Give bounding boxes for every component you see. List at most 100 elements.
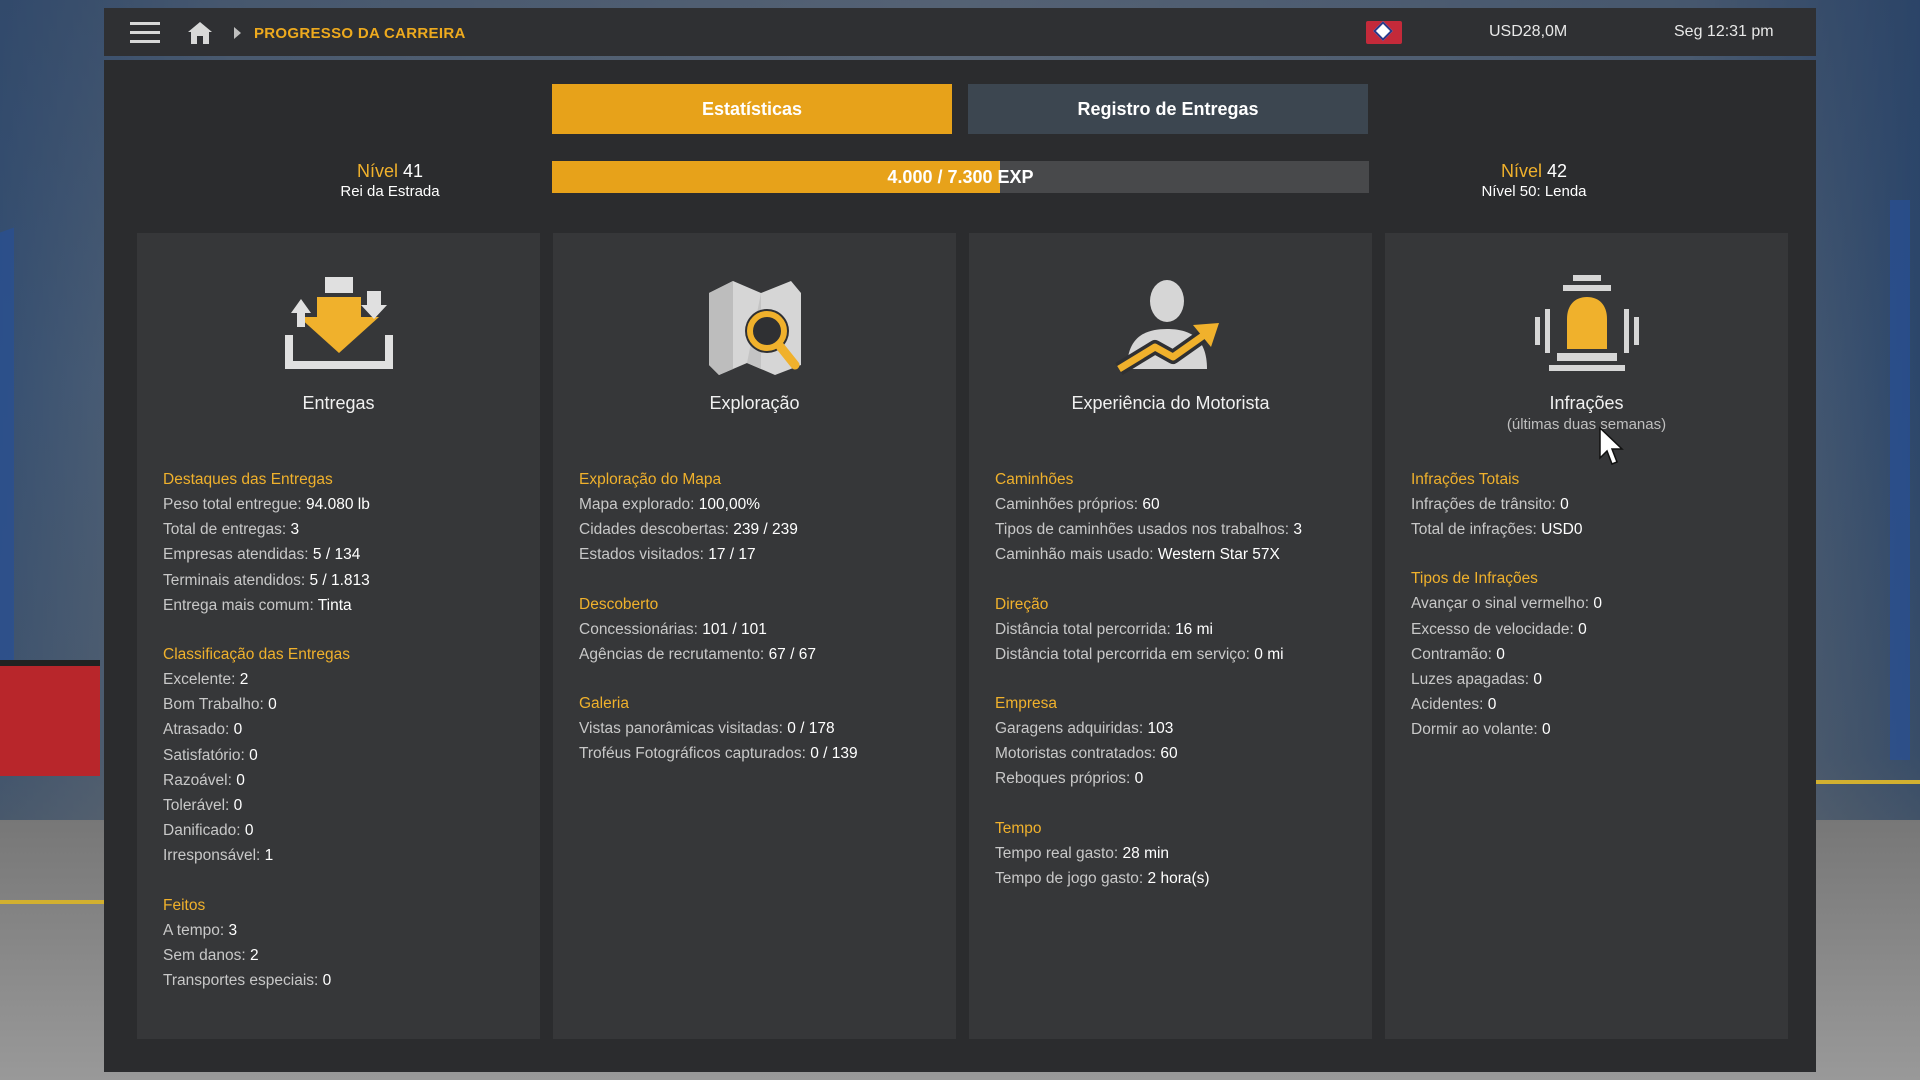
flag-icon bbox=[1366, 21, 1402, 44]
stat-row: Motoristas contratados: 60 bbox=[995, 745, 1178, 763]
stat-section: Feitos A tempo: 3 Sem danos: 2 Transport… bbox=[163, 893, 530, 994]
section-title: Tipos de Infrações bbox=[1411, 570, 1538, 588]
card-title: Entregas bbox=[302, 393, 375, 413]
stat-row: Infrações de trânsito: 0 bbox=[1411, 496, 1569, 513]
section-title: Caminhões bbox=[995, 471, 1074, 488]
stat-section: Tipos de Infrações Avançar o sinal verme… bbox=[1411, 566, 1778, 742]
stat-row: Empresas atendidas: 5 / 134 bbox=[163, 546, 361, 564]
stat-row: Contramão: 0 bbox=[1411, 645, 1505, 663]
card-note: (últimas duas semanas) bbox=[1506, 416, 1667, 433]
experience-text: 4.000 / 7.300 EXP bbox=[552, 161, 1369, 193]
stat-row: Tempo de jogo gasto: 2 hora(s) bbox=[995, 869, 1210, 887]
section-title: Infrações Totais bbox=[1411, 471, 1520, 488]
current-level: Nível 41 Rei da Estrada bbox=[240, 160, 540, 202]
experience-unit: EXP bbox=[997, 167, 1034, 187]
stat-row: Satisfatório: 0 bbox=[163, 746, 258, 764]
level-rank: Rei da Estrada bbox=[340, 183, 440, 200]
card-sections: Exploração do Mapa Mapa explorado: 100,0… bbox=[579, 467, 946, 790]
background-beam bbox=[1890, 200, 1910, 760]
stat-row: Total de infrações: USD0 bbox=[1411, 521, 1583, 539]
stat-row: Entrega mais comum: Tinta bbox=[163, 596, 352, 614]
stat-row: Avançar o sinal vermelho: 0 bbox=[1411, 595, 1602, 613]
stat-row: Sem danos: 2 bbox=[163, 946, 259, 964]
card-exploration: Exploração Exploração do Mapa Mapa explo… bbox=[553, 233, 956, 1039]
stat-row: Caminhão mais usado: Western Star 57X bbox=[995, 546, 1280, 564]
stat-row: Bom Trabalho: 0 bbox=[163, 696, 277, 714]
section-title: Empresa bbox=[995, 695, 1058, 713]
experience-bar: 4.000 / 7.300 EXP bbox=[552, 161, 1369, 193]
stat-row: Razoável: 0 bbox=[163, 771, 245, 789]
stat-section: Descoberto Concessionárias: 101 / 101 Ag… bbox=[579, 592, 946, 667]
card-infractions: Infrações (últimas duas semanas) Infraçõ… bbox=[1385, 233, 1788, 1039]
level-label: Nível bbox=[356, 161, 398, 181]
level-rank: Nível 50: Lenda bbox=[1481, 183, 1587, 200]
stat-row: Troféus Fotográficos capturados: 0 / 139 bbox=[579, 745, 858, 763]
stat-row: Concessionárias: 101 / 101 bbox=[579, 620, 767, 638]
stat-row: Atrasado: 0 bbox=[163, 721, 243, 739]
stat-row: Reboques próprios: 0 bbox=[995, 770, 1144, 788]
tab-delivery-log[interactable]: Registro de Entregas bbox=[968, 84, 1368, 134]
stat-row: Tempo real gasto: 28 min bbox=[995, 844, 1170, 862]
level-number: 42 bbox=[1547, 161, 1568, 181]
home-icon[interactable] bbox=[186, 20, 214, 46]
card-deliveries: Entregas Destaques das Entregas Peso tot… bbox=[137, 233, 540, 1039]
stat-row: Luzes apagadas: 0 bbox=[1411, 671, 1542, 689]
stat-section: Infrações Totais Infrações de trânsito: … bbox=[1411, 467, 1778, 542]
level-number: 41 bbox=[403, 161, 424, 181]
menu-icon[interactable] bbox=[130, 22, 160, 44]
stat-row: Mapa explorado: 100,00% bbox=[579, 496, 760, 513]
card-title: Exploração bbox=[709, 393, 800, 413]
stat-row: Tipos de caminhões usados nos trabalhos:… bbox=[995, 521, 1303, 539]
stat-section: Direção Distância total percorrida: 16 m… bbox=[995, 592, 1362, 667]
floor-stripe bbox=[1816, 780, 1920, 784]
stat-section: Empresa Garagens adquiridas: 103 Motoris… bbox=[995, 691, 1362, 792]
siren-icon bbox=[1535, 275, 1639, 371]
stat-row: Danificado: 0 bbox=[163, 822, 254, 840]
mouse-cursor-icon bbox=[1599, 426, 1624, 465]
section-title: Exploração do Mapa bbox=[579, 471, 722, 488]
section-title: Direção bbox=[995, 595, 1049, 613]
card-sections: Destaques das Entregas Peso total entreg… bbox=[163, 467, 530, 1017]
stat-row: Caminhões próprios: 60 bbox=[995, 496, 1160, 513]
experience-value: 4.000 / 7.300 bbox=[887, 167, 993, 187]
stat-row: Tolerável: 0 bbox=[163, 797, 243, 815]
driver-growth-icon bbox=[1115, 280, 1219, 375]
card-title: Experiência do Motorista bbox=[1071, 393, 1270, 413]
stat-section: Classificação das Entregas Excelente: 2 … bbox=[163, 642, 530, 869]
stat-section: Galeria Vistas panorâmicas visitadas: 0 … bbox=[579, 691, 946, 766]
breadcrumb-chevron-icon bbox=[234, 27, 241, 39]
card-title: Infrações bbox=[1549, 393, 1624, 413]
section-title: Galeria bbox=[579, 695, 629, 713]
stat-row: Dormir ao volante: 0 bbox=[1411, 721, 1551, 739]
money-balance: USD28,0M bbox=[1489, 23, 1568, 40]
level-label: Nível bbox=[1500, 161, 1542, 181]
stat-row: Total de entregas: 3 bbox=[163, 521, 300, 539]
section-title: Classificação das Entregas bbox=[163, 646, 350, 664]
tab-statistics[interactable]: Estatísticas bbox=[552, 84, 952, 134]
top-bar: PROGRESSO DA CARREIRA USD28,0M Seg 12:31… bbox=[104, 8, 1816, 56]
stat-row: Agências de recrutamento: 67 / 67 bbox=[579, 645, 816, 663]
next-level: Nível 42 Nível 50: Lenda bbox=[1384, 160, 1684, 202]
stat-row: Transportes especiais: 0 bbox=[163, 972, 332, 990]
stat-row: Excesso de velocidade: 0 bbox=[1411, 620, 1587, 638]
stat-section: Destaques das Entregas Peso total entreg… bbox=[163, 467, 530, 618]
card-driver-experience: Experiência do Motorista Caminhões Camin… bbox=[969, 233, 1372, 1039]
stat-row: Irresponsável: 1 bbox=[163, 847, 274, 865]
floor-stripe bbox=[0, 900, 104, 904]
stat-row: Terminais atendidos: 5 / 1.813 bbox=[163, 571, 370, 589]
map-search-icon bbox=[709, 281, 801, 375]
stat-row: Excelente: 2 bbox=[163, 671, 249, 689]
stat-section: Caminhões Caminhões próprios: 60 Tipos d… bbox=[995, 467, 1362, 568]
breadcrumb[interactable]: PROGRESSO DA CARREIRA bbox=[254, 25, 466, 42]
card-sections: Caminhões Caminhões próprios: 60 Tipos d… bbox=[995, 467, 1362, 915]
section-title: Descoberto bbox=[579, 595, 659, 613]
background-cabinet bbox=[0, 660, 100, 776]
stat-row: Garagens adquiridas: 103 bbox=[995, 720, 1174, 738]
stat-row: Distância total percorrida em serviço: 0… bbox=[995, 645, 1284, 663]
stat-row: A tempo: 3 bbox=[163, 921, 238, 939]
stat-row: Vistas panorâmicas visitadas: 0 / 178 bbox=[579, 720, 835, 738]
career-progress-panel: Estatísticas Registro de Entregas Nível … bbox=[104, 60, 1816, 1072]
card-sections: Infrações Totais Infrações de trânsito: … bbox=[1411, 467, 1778, 767]
stat-row: Estados visitados: 17 / 17 bbox=[579, 546, 756, 564]
section-title: Tempo bbox=[995, 819, 1042, 837]
